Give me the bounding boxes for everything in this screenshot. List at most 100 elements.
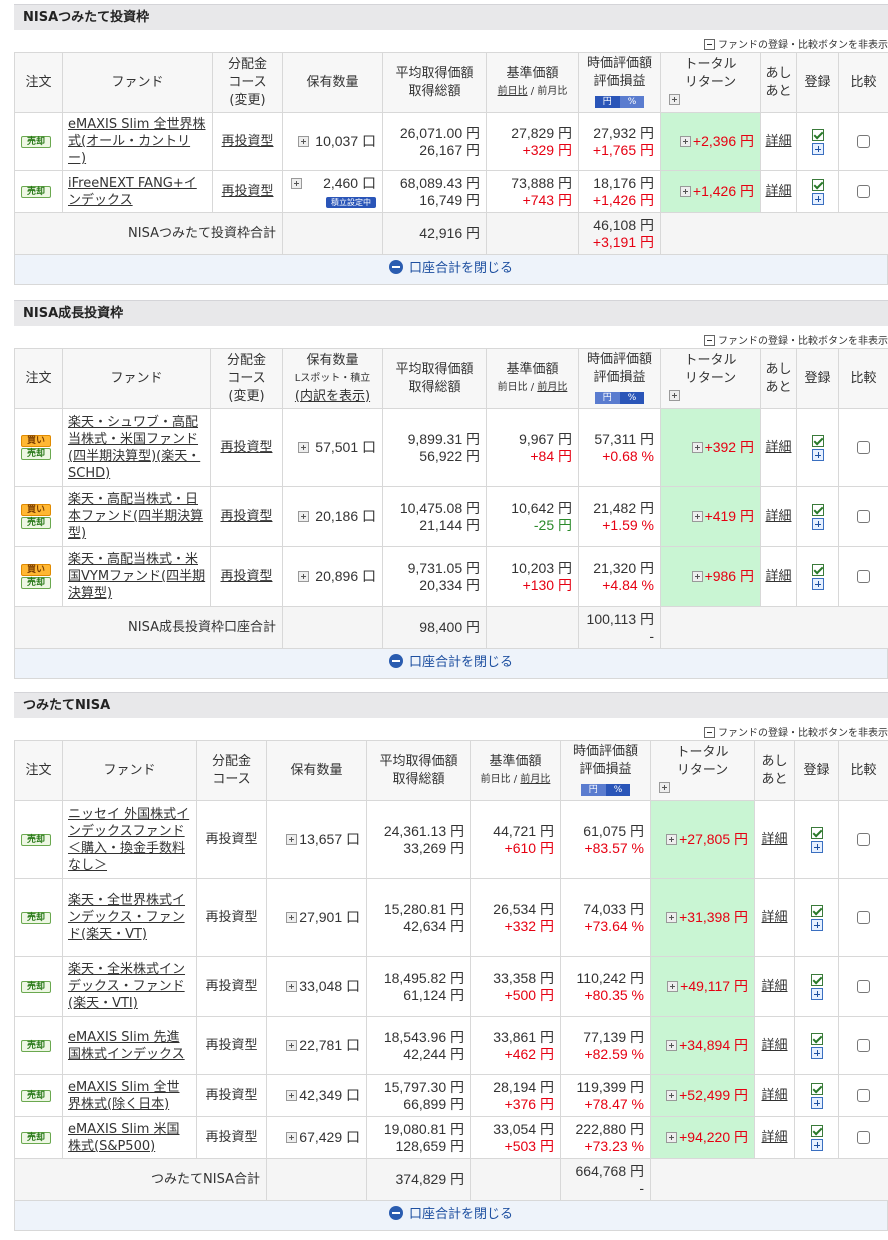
expand-plus-icon[interactable] bbox=[691, 571, 703, 582]
sell-button[interactable]: 売却 bbox=[21, 135, 51, 148]
add-plus-icon[interactable] bbox=[811, 192, 824, 205]
detail-link[interactable]: 詳細 bbox=[761, 1088, 787, 1103]
expand-plus-icon[interactable] bbox=[659, 781, 670, 793]
compare-checkbox[interactable] bbox=[857, 911, 870, 924]
add-plus-icon[interactable] bbox=[810, 918, 823, 931]
sell-button[interactable]: 売却 bbox=[21, 1039, 51, 1052]
detail-link[interactable]: 詳細 bbox=[761, 1038, 787, 1053]
add-plus-icon[interactable] bbox=[810, 987, 823, 1000]
expand-plus-icon[interactable] bbox=[298, 511, 310, 522]
fund-name-link[interactable]: eMAXIS Slim 全世界株式(除く日本) bbox=[62, 1074, 197, 1117]
expand-plus-icon[interactable] bbox=[286, 1040, 298, 1051]
detail-link[interactable]: 詳細 bbox=[761, 1130, 787, 1145]
expand-plus-icon[interactable] bbox=[667, 981, 679, 992]
sell-button[interactable]: 売却 bbox=[21, 833, 51, 846]
add-plus-icon[interactable] bbox=[810, 1046, 823, 1059]
sell-button[interactable]: 売却 bbox=[21, 185, 51, 198]
add-plus-icon[interactable] bbox=[810, 840, 823, 853]
compare-checkbox[interactable] bbox=[857, 1089, 870, 1102]
sell-button[interactable]: 売却 bbox=[21, 980, 51, 993]
detail-link[interactable]: 詳細 bbox=[765, 509, 791, 524]
add-plus-icon[interactable] bbox=[811, 142, 824, 155]
expand-plus-icon[interactable] bbox=[291, 177, 302, 189]
compare-checkbox[interactable] bbox=[857, 510, 870, 523]
check-icon[interactable] bbox=[810, 1032, 823, 1045]
detail-link[interactable]: 詳細 bbox=[765, 569, 791, 584]
add-plus-icon[interactable] bbox=[810, 1096, 823, 1109]
expand-plus-icon[interactable] bbox=[286, 1090, 298, 1101]
expand-plus-icon[interactable] bbox=[679, 186, 691, 197]
expand-plus-icon[interactable] bbox=[666, 1040, 678, 1051]
expand-plus-icon[interactable] bbox=[286, 981, 298, 992]
compare-checkbox[interactable] bbox=[857, 833, 870, 846]
detail-link[interactable]: 詳細 bbox=[765, 134, 791, 149]
close-total-button[interactable]: 口座合計を閉じる bbox=[14, 649, 888, 679]
expand-plus-icon[interactable] bbox=[679, 136, 691, 147]
compare-checkbox[interactable] bbox=[857, 135, 870, 148]
add-plus-icon[interactable] bbox=[811, 577, 824, 590]
check-icon[interactable] bbox=[811, 563, 824, 576]
expand-plus-icon[interactable] bbox=[286, 834, 298, 845]
check-icon[interactable] bbox=[811, 434, 824, 447]
expand-plus-icon[interactable] bbox=[691, 511, 703, 522]
sell-button[interactable]: 売却 bbox=[21, 517, 51, 529]
buy-button[interactable]: 買い bbox=[21, 564, 51, 576]
expand-plus-icon[interactable] bbox=[286, 912, 298, 923]
sell-button[interactable]: 売却 bbox=[21, 1089, 51, 1102]
fund-name-link[interactable]: eMAXIS Slim 米国株式(S&P500) bbox=[62, 1116, 197, 1159]
expand-plus-icon[interactable] bbox=[666, 834, 678, 845]
yen-pct-switch[interactable]: 円% bbox=[594, 388, 645, 406]
check-icon[interactable] bbox=[811, 178, 824, 191]
pct-toggle[interactable]: % bbox=[619, 392, 645, 404]
detail-link[interactable]: 詳細 bbox=[765, 184, 791, 199]
check-icon[interactable] bbox=[810, 1082, 823, 1095]
buy-button[interactable]: 買い bbox=[21, 435, 51, 447]
detail-link[interactable]: 詳細 bbox=[761, 979, 787, 994]
expand-plus-icon[interactable] bbox=[669, 93, 680, 105]
expand-plus-icon[interactable] bbox=[666, 1132, 678, 1143]
close-total-button[interactable]: 口座合計を閉じる bbox=[14, 1201, 888, 1231]
show-breakdown-link[interactable]: (内訳を表示) bbox=[283, 388, 382, 406]
detail-link[interactable]: 詳細 bbox=[761, 832, 787, 847]
sell-button[interactable]: 売却 bbox=[21, 1131, 51, 1144]
check-icon[interactable] bbox=[811, 128, 824, 141]
close-total-button[interactable]: 口座合計を閉じる bbox=[14, 255, 888, 285]
check-icon[interactable] bbox=[811, 503, 824, 516]
check-icon[interactable] bbox=[810, 1124, 823, 1137]
compare-checkbox[interactable] bbox=[857, 980, 870, 993]
dist-course-link[interactable]: 再投資型 bbox=[221, 184, 273, 199]
fund-name-link[interactable]: 楽天・高配当株式・日本ファンド(四半期決算型) bbox=[62, 486, 211, 547]
yen-toggle[interactable]: 円 bbox=[594, 96, 620, 108]
sort-day-change[interactable]: 前日比 bbox=[498, 86, 528, 97]
fund-name-link[interactable]: eMAXIS Slim 先進国株式インデックス bbox=[62, 1016, 197, 1075]
sell-button[interactable]: 売却 bbox=[21, 911, 51, 924]
toggle-register-compare[interactable]: ファンドの登録・比較ボタンを非表示 bbox=[14, 30, 888, 52]
sell-button[interactable]: 売却 bbox=[21, 577, 51, 589]
yen-pct-switch[interactable]: 円% bbox=[594, 92, 645, 110]
pct-toggle[interactable]: % bbox=[619, 96, 645, 108]
check-icon[interactable] bbox=[810, 973, 823, 986]
dist-course-link[interactable]: 再投資型 bbox=[220, 509, 272, 524]
fund-name-link[interactable]: iFreeNEXT FANG+インデックス bbox=[62, 170, 213, 213]
buy-button[interactable]: 買い bbox=[21, 504, 51, 516]
expand-plus-icon[interactable] bbox=[691, 442, 703, 453]
expand-plus-icon[interactable] bbox=[666, 1090, 678, 1101]
detail-link[interactable]: 詳細 bbox=[765, 440, 791, 455]
yen-toggle[interactable]: 円 bbox=[580, 784, 606, 796]
compare-checkbox[interactable] bbox=[857, 570, 870, 583]
detail-link[interactable]: 詳細 bbox=[761, 910, 787, 925]
add-plus-icon[interactable] bbox=[811, 448, 824, 461]
expand-plus-icon[interactable] bbox=[669, 389, 680, 401]
yen-pct-switch[interactable]: 円% bbox=[580, 780, 631, 798]
dist-course-link[interactable]: 再投資型 bbox=[220, 569, 272, 584]
pct-toggle[interactable]: % bbox=[605, 784, 631, 796]
expand-plus-icon[interactable] bbox=[298, 136, 310, 147]
sell-button[interactable]: 売却 bbox=[21, 448, 51, 460]
expand-plus-icon[interactable] bbox=[286, 1132, 298, 1143]
check-icon[interactable] bbox=[810, 904, 823, 917]
compare-checkbox[interactable] bbox=[857, 185, 870, 198]
sort-month-change[interactable]: 前月比 bbox=[520, 774, 550, 785]
expand-plus-icon[interactable] bbox=[666, 912, 678, 923]
compare-checkbox[interactable] bbox=[857, 1039, 870, 1052]
toggle-register-compare[interactable]: ファンドの登録・比較ボタンを非表示 bbox=[14, 718, 888, 740]
